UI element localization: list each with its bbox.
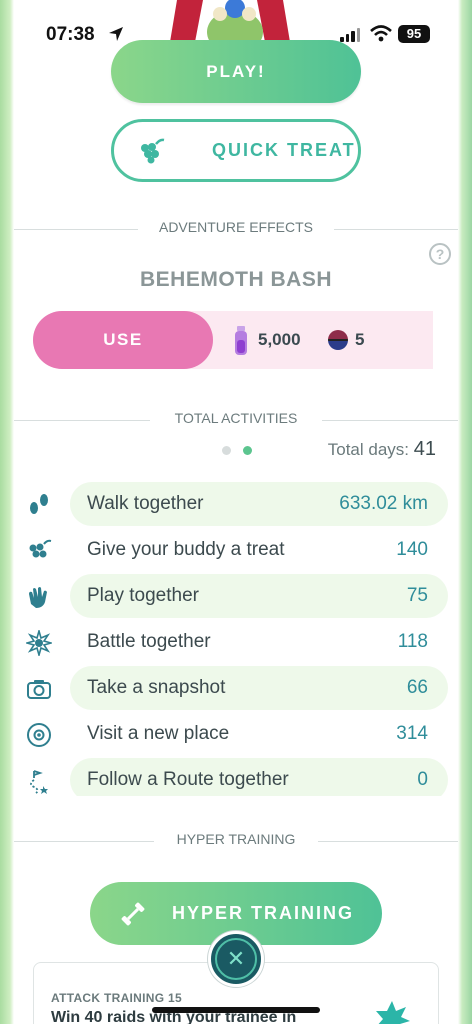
activity-label: Walk together — [87, 493, 204, 514]
clock: 07:38 — [46, 24, 95, 45]
activity-row-route: Follow a Route together 0 — [22, 758, 448, 796]
activity-value: 75 — [406, 585, 428, 606]
ball-cost: 5 — [355, 330, 365, 349]
use-button[interactable]: USE — [33, 311, 213, 369]
pokestop-icon — [27, 723, 51, 747]
adventure-effects-header: ADVENTURE EFFECTS — [0, 219, 472, 239]
total-days-value: 41 — [413, 438, 436, 460]
potion-cost: 5,000 — [258, 330, 301, 349]
ball-icon — [328, 330, 348, 350]
activity-row-snapshot: Take a snapshot 66 — [22, 666, 448, 710]
quick-treat-button[interactable]: QUICK TREAT — [111, 119, 361, 182]
total-activities-header: TOTAL ACTIVITIES — [0, 410, 472, 430]
berries-icon — [29, 539, 52, 558]
wave-hand-icon — [29, 587, 47, 608]
hyper-training-label: HYPER TRAINING — [172, 903, 355, 923]
activity-label: Battle together — [87, 631, 211, 652]
activity-row-battle: Battle together 118 — [22, 620, 448, 664]
activity-value: 140 — [396, 539, 428, 560]
total-days: Total days: 41 — [328, 438, 436, 461]
activity-value: 633.02 km — [339, 493, 428, 514]
activity-label: Follow a Route together — [87, 769, 289, 790]
cellular-signal-icon — [340, 28, 360, 42]
close-button[interactable]: ✕ — [208, 931, 264, 987]
activity-value: 118 — [397, 631, 428, 652]
page-dot[interactable] — [222, 446, 231, 455]
battery-indicator: 95 — [398, 25, 430, 43]
battle-icon — [26, 630, 52, 656]
wifi-icon — [370, 25, 392, 42]
berries-icon — [141, 138, 165, 163]
activity-value: 314 — [396, 723, 428, 744]
activity-row-play: Play together 75 — [22, 574, 448, 618]
activity-row-treat: Give your buddy a treat 140 — [22, 528, 448, 572]
activity-row-walk: Walk together 633.02 km — [22, 482, 448, 526]
help-icon[interactable]: ? — [429, 243, 451, 265]
footprints-icon — [30, 494, 48, 514]
location-arrow-icon — [109, 27, 123, 41]
training-card-subtitle: ATTACK TRAINING 15 — [51, 991, 182, 1005]
dumbbell-icon — [121, 902, 145, 925]
page-indicator[interactable] — [222, 446, 252, 455]
total-days-label: Total days: — [327, 440, 410, 459]
buddy-pokemon-image — [170, 0, 290, 42]
activity-label: Visit a new place — [87, 723, 230, 744]
badge-star-icon — [376, 1001, 410, 1024]
close-icon: ✕ — [215, 938, 257, 980]
route-icon — [30, 770, 48, 794]
use-effect-row: USE 5,000 5 — [33, 311, 433, 369]
home-indicator[interactable] — [152, 1007, 320, 1013]
activity-label: Take a snapshot — [87, 677, 226, 698]
play-button[interactable]: PLAY! — [111, 40, 361, 103]
activity-value: 0 — [417, 769, 428, 790]
activity-label: Give your buddy a treat — [87, 539, 285, 560]
camera-icon — [27, 680, 51, 699]
page-dot-active[interactable] — [243, 446, 252, 455]
activity-label: Play together — [87, 585, 199, 606]
activity-value: 66 — [406, 677, 428, 698]
adventure-effect-name: BEHEMOTH BASH — [139, 268, 332, 291]
activity-row-new-place: Visit a new place 314 — [22, 712, 448, 756]
quick-treat-label: QUICK TREAT — [212, 140, 356, 160]
hyper-training-header: HYPER TRAINING — [0, 831, 472, 851]
max-particle-icon — [235, 326, 247, 355]
